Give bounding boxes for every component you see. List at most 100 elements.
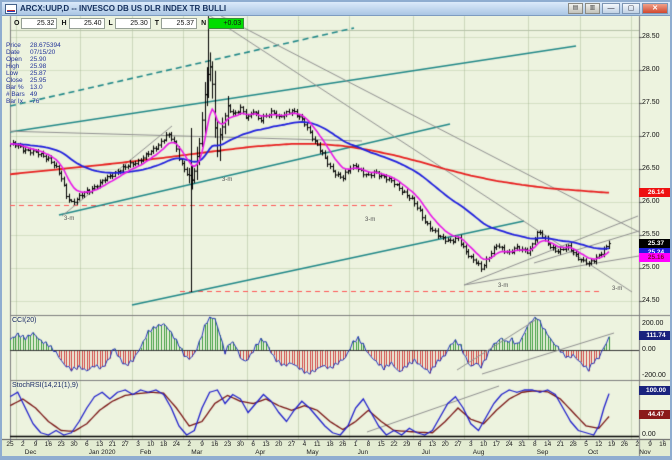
channel-label-3m: 3-m [365,217,375,223]
price-axis-label: 27.00 [642,132,660,139]
date-tick-label: 20 [442,441,449,448]
toolbar-button-1[interactable]: ▤ [568,3,583,14]
quote-field-value-O[interactable]: 25.32 [21,18,57,29]
channel-label-3m: 3-m [222,177,232,183]
date-tick-label: 8 [533,441,537,448]
date-tick-label: 9 [34,441,38,448]
date-tick-label: 20 [275,441,282,448]
month-label: May [306,449,318,456]
date-tick-label: 10 [147,441,154,448]
date-tick-label: 17 [493,441,500,448]
date-tick-label: 6 [85,441,89,448]
data-panel-row: Bar Ix-76 [6,98,61,105]
data-panel-row: Date07/15/20 [6,49,61,56]
chart-canvas[interactable] [2,2,672,460]
date-tick-label: 22 [390,441,397,448]
date-tick-label: 14 [544,441,551,448]
price-axis-label: 26.00 [642,198,660,205]
quote-field-label-L: L [109,20,113,27]
date-tick-label: 6 [251,441,255,448]
date-tick-label: 11 [314,441,321,448]
toolbar-button-2[interactable]: ▥ [585,3,600,14]
date-tick-label: 26 [339,441,346,448]
price-axis-label: 26.50 [642,165,660,172]
cci-axis-label: 0.00 [642,346,656,353]
date-tick-label: 9 [200,441,204,448]
month-label: Apr [255,449,265,456]
quote-field-label-O: O [14,20,19,27]
date-tick-label: 28 [570,441,577,448]
date-tick-label: 27 [122,441,129,448]
month-label: Dec [25,449,37,456]
quote-field-label-T: T [155,20,159,27]
data-panel-row: # Bars49 [6,91,61,98]
month-label: Nov [639,449,651,456]
stochrsi-axis-label: 0.00 [642,431,656,438]
month-label: Jul [422,449,430,456]
quote-field-value-H[interactable]: 25.40 [69,18,105,29]
close-button[interactable]: ✕ [642,3,668,14]
maximize-button[interactable]: ▢ [622,3,640,14]
data-panel-row: Bar %13.0 [6,84,61,91]
date-tick-label: 23 [58,441,65,448]
date-tick-label: 13 [96,441,103,448]
date-tick-label: 26 [621,441,628,448]
cci-axis-label: 200.00 [642,320,663,327]
chart-app-icon [5,4,17,14]
date-tick-label: 6 [418,441,422,448]
date-tick-label: 2 [187,441,191,448]
chart-window: ARCX:UUP,D -- INVESCO DB US DLR INDEX TR… [0,0,672,460]
date-tick-label: 13 [429,441,436,448]
quote-field-value-L[interactable]: 25.30 [115,18,151,29]
price-axis-label: 27.50 [642,99,660,106]
date-tick-label: 2 [21,441,25,448]
quote-field-label-H: H [61,20,66,27]
data-panel-row: Low25.87 [6,70,61,77]
date-tick-label: 30 [237,441,244,448]
date-tick-label: 25 [6,441,13,448]
channel-label-3m: 3-m [498,283,508,289]
month-label: Sep [537,449,549,456]
date-tick-label: 9 [648,441,652,448]
stochrsi-panel-label: StochRSI(14,21(1),9) [12,382,78,389]
price-axis-label: 25.50 [642,231,660,238]
price-axis-label: 25.00 [642,264,660,271]
date-tick-label: 16 [211,441,218,448]
date-tick-label: 1 [354,441,358,448]
date-tick-label: 3 [136,441,140,448]
date-tick-label: 24 [506,441,513,448]
quote-field-label-N: N [201,20,206,27]
date-tick-label: 12 [595,441,602,448]
data-panel-row: Close25.95 [6,77,61,84]
date-tick-label: 10 [480,441,487,448]
date-tick-label: 31 [518,441,525,448]
quote-bar: O25.32 H25.40 L25.30 T25.37 N+0.03 [10,17,244,29]
date-tick-label: 16 [45,441,52,448]
quote-field-value-T[interactable]: 25.37 [161,18,197,29]
date-tick-label: 2 [635,441,639,448]
stochrsi-badge-1: 44.47 [639,410,672,419]
date-tick-label: 29 [403,441,410,448]
date-tick-label: 4 [303,441,307,448]
month-label: Mar [191,449,202,456]
window-bottom-border [2,456,672,460]
date-tick-label: 30 [70,441,77,448]
price-badge-ma-200: 26.14 [639,188,672,197]
cci-panel-label: CCI(20) [12,317,37,324]
month-label: Jan 2020 [89,449,116,456]
price-badge-ma-magenta: 25.16 [639,253,672,262]
price-axis-label: 28.50 [642,33,660,40]
date-tick-label: 13 [262,441,269,448]
window-controls: ▤ ▥ — ▢ ✕ [568,3,668,15]
date-tick-label: 21 [557,441,564,448]
quote-field-value-N[interactable]: +0.03 [208,18,244,29]
cci-axis-label: -200.00 [642,372,666,379]
minimize-button[interactable]: — [602,3,620,14]
title-bar: ARCX:UUP,D -- INVESCO DB US DLR INDEX TR… [2,2,670,16]
month-label: Aug [473,449,485,456]
date-tick-label: 27 [454,441,461,448]
month-label: Jun [358,449,368,456]
date-tick-label: 16 [659,441,666,448]
data-panel-row: Open25.90 [6,56,61,63]
data-panel-row: High25.98 [6,63,61,70]
